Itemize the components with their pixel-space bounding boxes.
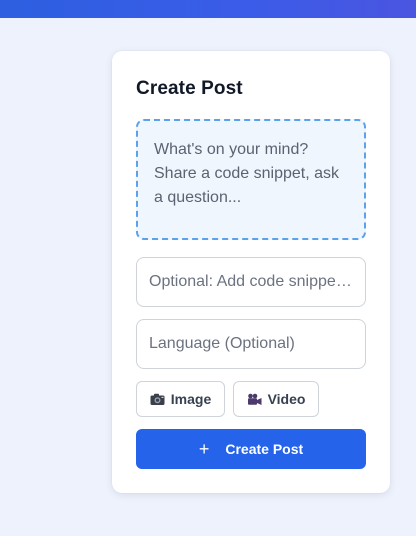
post-content-textarea[interactable]: What's on your mind? Share a code snippe… [136, 119, 366, 240]
submit-button-label: Create Post [225, 441, 304, 457]
video-button-label: Video [267, 391, 306, 407]
language-input[interactable]: Language (Optional) [136, 319, 366, 369]
video-camera-icon [247, 393, 262, 406]
add-image-button[interactable]: Image [136, 381, 225, 417]
camera-icon [150, 393, 165, 406]
card-title: Create Post [136, 78, 243, 99]
create-post-submit-button[interactable]: + Create Post [136, 429, 366, 469]
plus-icon: + [198, 439, 210, 459]
top-header-bar [0, 0, 416, 18]
image-button-label: Image [170, 391, 212, 407]
code-snippet-input[interactable]: Optional: Add code snippet... [136, 257, 366, 307]
add-video-button[interactable]: Video [233, 381, 319, 417]
create-post-card: Create Post What's on your mind? Share a… [112, 51, 390, 493]
